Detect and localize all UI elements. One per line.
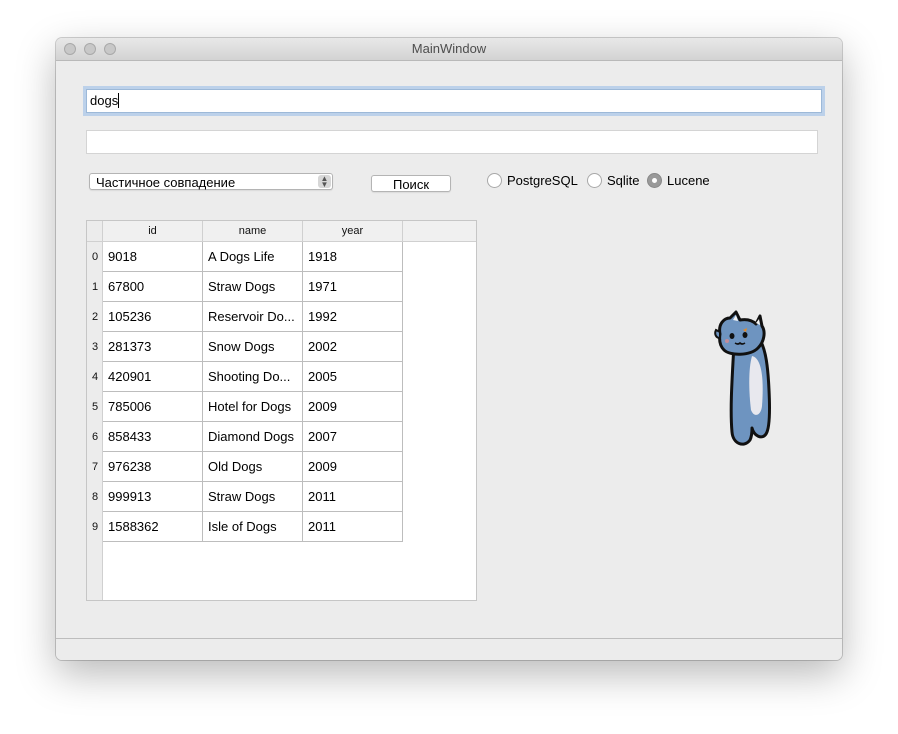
cell-id[interactable]: 976238 bbox=[103, 452, 203, 482]
cell-name[interactable]: Reservoir Do... bbox=[203, 302, 303, 332]
cell-name[interactable]: A Dogs Life bbox=[203, 242, 303, 272]
row-header[interactable]: 1 bbox=[87, 272, 103, 302]
table-row[interactable]: 1 67800 Straw Dogs 1971 bbox=[87, 272, 403, 302]
cat-image bbox=[714, 310, 772, 446]
search-button[interactable]: Поиск bbox=[371, 175, 451, 192]
cell-name[interactable]: Straw Dogs bbox=[203, 482, 303, 512]
cat-eye bbox=[742, 332, 748, 338]
cell-id[interactable]: 420901 bbox=[103, 362, 203, 392]
cell-year[interactable]: 2002 bbox=[303, 332, 403, 362]
cell-year[interactable]: 1971 bbox=[303, 272, 403, 302]
row-header[interactable]: 7 bbox=[87, 452, 103, 482]
row-header[interactable]: 9 bbox=[87, 512, 103, 542]
cell-year[interactable]: 2009 bbox=[303, 392, 403, 422]
row-header[interactable]: 6 bbox=[87, 422, 103, 452]
cell-id[interactable]: 1588362 bbox=[103, 512, 203, 542]
table-row[interactable]: 7 976238 Old Dogs 2009 bbox=[87, 452, 403, 482]
cell-id[interactable]: 858433 bbox=[103, 422, 203, 452]
cell-year[interactable]: 1992 bbox=[303, 302, 403, 332]
cell-year[interactable]: 2005 bbox=[303, 362, 403, 392]
cell-id[interactable]: 785006 bbox=[103, 392, 203, 422]
result-field[interactable] bbox=[86, 130, 818, 154]
header-filler bbox=[403, 221, 476, 242]
match-mode-value: Частичное совпадение bbox=[96, 175, 236, 190]
cell-id[interactable]: 999913 bbox=[103, 482, 203, 512]
radio-circle-icon bbox=[487, 173, 502, 188]
updown-chevron-icon: ▲ ▼ bbox=[318, 175, 331, 189]
radio-label: Sqlite bbox=[607, 173, 640, 188]
row-header[interactable]: 3 bbox=[87, 332, 103, 362]
cell-id[interactable]: 9018 bbox=[103, 242, 203, 272]
table-row[interactable]: 0 9018 A Dogs Life 1918 bbox=[87, 242, 403, 272]
table-row[interactable]: 2 105236 Reservoir Do... 1992 bbox=[87, 302, 403, 332]
table-row[interactable]: 5 785006 Hotel for Dogs 2009 bbox=[87, 392, 403, 422]
row-header[interactable]: 0 bbox=[87, 242, 103, 272]
cell-name[interactable]: Old Dogs bbox=[203, 452, 303, 482]
results-table[interactable]: id name year 0 9018 A Dogs Life 1918 1 6… bbox=[86, 220, 477, 601]
cell-year[interactable]: 2007 bbox=[303, 422, 403, 452]
search-input[interactable]: dogs bbox=[86, 89, 822, 113]
cell-name[interactable]: Hotel for Dogs bbox=[203, 392, 303, 422]
column-header-name[interactable]: name bbox=[203, 221, 303, 242]
radio-circle-icon bbox=[587, 173, 602, 188]
row-header[interactable]: 5 bbox=[87, 392, 103, 422]
table-corner[interactable] bbox=[87, 221, 103, 242]
cell-id[interactable]: 105236 bbox=[103, 302, 203, 332]
table-row[interactable]: 3 281373 Snow Dogs 2002 bbox=[87, 332, 403, 362]
cat-paw bbox=[714, 328, 721, 340]
cell-name[interactable]: Diamond Dogs bbox=[203, 422, 303, 452]
main-window: MainWindow dogs Частичное совпадение ▲ ▼ … bbox=[56, 38, 842, 660]
table-row[interactable]: 9 1588362 Isle of Dogs 2011 bbox=[87, 512, 403, 542]
cell-name[interactable]: Straw Dogs bbox=[203, 272, 303, 302]
radio-label: PostgreSQL bbox=[507, 173, 578, 188]
title-bar[interactable]: MainWindow bbox=[56, 38, 842, 61]
status-bar bbox=[56, 638, 842, 660]
table-row[interactable]: 8 999913 Straw Dogs 2011 bbox=[87, 482, 403, 512]
match-mode-select[interactable]: Частичное совпадение ▲ ▼ bbox=[89, 173, 333, 190]
cat-head bbox=[718, 310, 766, 356]
cell-id[interactable]: 67800 bbox=[103, 272, 203, 302]
cell-year[interactable]: 2011 bbox=[303, 482, 403, 512]
radio-label: Lucene bbox=[667, 173, 710, 188]
row-header[interactable]: 4 bbox=[87, 362, 103, 392]
cell-year[interactable]: 2009 bbox=[303, 452, 403, 482]
column-header-id[interactable]: id bbox=[103, 221, 203, 242]
cell-year[interactable]: 1918 bbox=[303, 242, 403, 272]
cat-cheek bbox=[725, 339, 729, 343]
cell-name[interactable]: Shooting Do... bbox=[203, 362, 303, 392]
column-header-year[interactable]: year bbox=[303, 221, 403, 242]
search-input-value: dogs bbox=[90, 93, 119, 108]
row-header[interactable]: 8 bbox=[87, 482, 103, 512]
cat-mouth bbox=[734, 341, 746, 345]
cell-year[interactable]: 2011 bbox=[303, 512, 403, 542]
table-row[interactable]: 4 420901 Shooting Do... 2005 bbox=[87, 362, 403, 392]
radio-circle-selected-icon bbox=[647, 173, 662, 188]
cat-eye bbox=[729, 333, 735, 339]
cell-id[interactable]: 281373 bbox=[103, 332, 203, 362]
row-header[interactable]: 2 bbox=[87, 302, 103, 332]
window-title: MainWindow bbox=[411, 41, 487, 56]
cell-name[interactable]: Snow Dogs bbox=[203, 332, 303, 362]
text-caret bbox=[118, 93, 120, 108]
table-row[interactable]: 6 858433 Diamond Dogs 2007 bbox=[87, 422, 403, 452]
backend-radio-group: PostgreSQL Sqlite Lucene bbox=[487, 172, 727, 190]
cell-name[interactable]: Isle of Dogs bbox=[203, 512, 303, 542]
